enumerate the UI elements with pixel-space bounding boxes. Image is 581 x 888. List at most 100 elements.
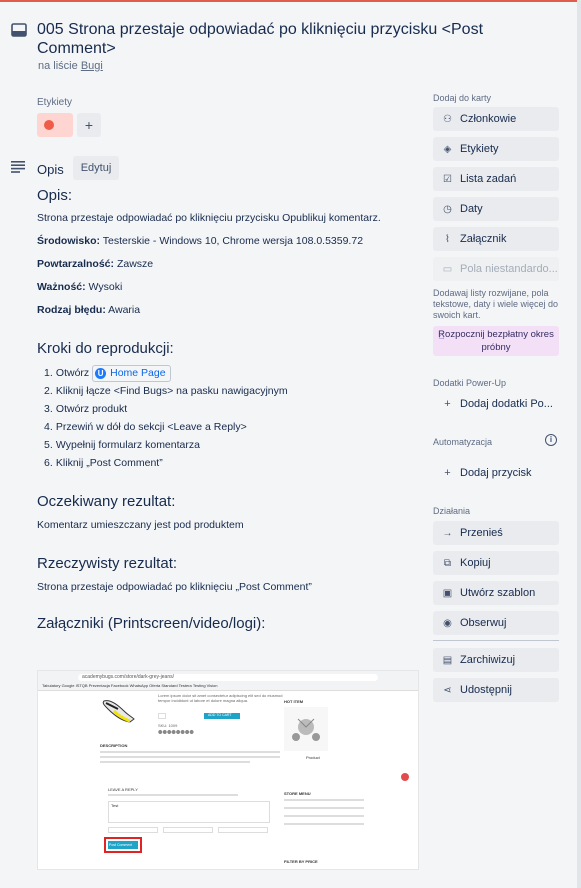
step-number: 5. — [44, 439, 53, 451]
home-page-link[interactable]: U Home Page — [92, 364, 171, 382]
field-key: Ważność: — [37, 281, 86, 293]
copy-label: Kopiuj — [460, 557, 491, 569]
product-image — [284, 707, 328, 751]
archive-icon: ▤ — [442, 655, 453, 666]
eye-icon: ◉ — [443, 618, 452, 629]
add-to-cart-label: ADD TO CART — [208, 713, 232, 717]
archive-button[interactable]: ▤ Zarchiwizuj — [433, 648, 559, 672]
share-button[interactable]: ⋖ Udostępnij — [433, 678, 559, 702]
actions-heading: Działania — [433, 506, 471, 516]
top-accent-bar — [0, 0, 581, 2]
comment-sample: Test — [111, 803, 119, 808]
comment-textarea — [108, 801, 270, 823]
home-page-label: Home Page — [110, 366, 166, 379]
step-number: 6. — [44, 457, 53, 469]
add-button-button[interactable]: + Dodaj przycisk — [433, 461, 559, 485]
copy-button[interactable]: ⧉ Kopiuj — [433, 551, 559, 575]
step-item: 2. Kliknij łącze <Find Bugs> na pasku na… — [37, 382, 417, 400]
custom-fields-button[interactable]: ▭ Pola niestandardo... — [433, 257, 559, 281]
label-dot — [44, 120, 54, 130]
checklist-button[interactable]: ☑ Lista zadań — [433, 167, 559, 191]
list-prefix: na liście — [38, 60, 78, 72]
name-field — [108, 827, 158, 833]
edit-description-button[interactable]: Edytuj — [73, 156, 119, 180]
text-line — [108, 794, 238, 796]
field-severity: Ważność: Wysoki — [37, 280, 417, 294]
actual-heading: Rzeczywisty rezultat: — [37, 555, 178, 572]
members-button[interactable]: ⚇ Członkowie — [433, 107, 559, 131]
site-logo-icon: U — [95, 367, 107, 379]
description-tab: DESCRIPTION — [100, 743, 128, 748]
step-number: 1. — [44, 367, 53, 379]
template-icon: ▣ — [442, 588, 453, 599]
step-text: Kliknij „Post Comment” — [55, 457, 163, 469]
move-button[interactable]: → Przenieś — [433, 521, 559, 545]
powerups-heading: Dodatki Power-Up — [433, 378, 507, 388]
arrow-right-icon: → — [442, 528, 453, 539]
start-trial-button[interactable]: ⌂ Rozpocznij bezpłatny okres próbny — [433, 326, 559, 356]
create-template-label: Utwórz szablon — [460, 587, 536, 599]
step-number: 3. — [44, 403, 53, 415]
filter-heading: FILTER BY PRICE — [284, 859, 318, 864]
add-label-button[interactable]: + — [77, 113, 101, 137]
expected-heading: Oczekiwany rezultat: — [37, 493, 176, 510]
create-template-button[interactable]: ▣ Utwórz szablon — [433, 581, 559, 605]
step-item: 3. Otwórz produkt — [37, 400, 417, 418]
share-icon: ⋖ — [443, 685, 452, 696]
custom-fields-label: Pola niestandardo... — [460, 263, 558, 275]
scroll-edge — [577, 0, 581, 888]
watch-button[interactable]: ◉ Obserwuj — [433, 611, 559, 635]
add-powerups-button[interactable]: + Dodaj dodatki Po... — [433, 392, 559, 416]
attachment-button[interactable]: ⌇ Załącznik — [433, 227, 559, 251]
clock-icon: ◷ — [443, 204, 452, 215]
step-text: Otwórz — [55, 367, 90, 379]
product-text: Lorem ipsum dolor sit amet consectetur a… — [158, 693, 283, 703]
field-repeatability: Powtarzalność: Zawsze — [37, 257, 417, 271]
checklist-label: Lista zadań — [460, 173, 517, 185]
attachment-label: Załącznik — [460, 233, 507, 245]
text-line — [100, 761, 250, 763]
description-section-label: Opis — [37, 162, 64, 177]
labels-button[interactable]: ◈ Etykiety — [433, 137, 559, 161]
screenshot-browser-bar: academybugs.com/store/dark-grey-jeans/ T… — [38, 671, 418, 691]
trial-label: Rozpocznij bezpłatny okres próbny — [438, 329, 554, 353]
plus-icon: + — [444, 398, 451, 410]
step-item: 4. Przewiń w dół do sekcji <Leave a Repl… — [37, 418, 417, 436]
field-key: Środowisko: — [37, 235, 101, 247]
tag-icon: ◈ — [443, 144, 452, 155]
list-info: na liście Bugi — [38, 60, 103, 72]
labels-heading: Etykiety — [37, 97, 73, 108]
text-line — [100, 756, 280, 758]
dates-button[interactable]: ◷ Daty — [433, 197, 559, 221]
actions-divider — [433, 640, 559, 641]
hot-item-heading: HOT ITEM — [284, 699, 304, 704]
menu-line — [284, 807, 364, 809]
info-icon[interactable]: i — [545, 434, 557, 446]
qty-box — [158, 713, 166, 719]
field-error-type: Rodzaj błędu: Awaria — [37, 303, 417, 317]
notification-dot — [401, 773, 409, 781]
attachment-screenshot[interactable]: academybugs.com/store/dark-grey-jeans/ T… — [37, 670, 419, 870]
field-value: Wysoki — [85, 281, 123, 293]
custom-fields-note: Dodawaj listy rozwijane, pola tekstowe, … — [433, 288, 559, 320]
step-item: 5. Wypełnij formularz komentarza — [37, 436, 417, 454]
card-title[interactable]: 005 Strona przestaje odpowiadać po klikn… — [37, 20, 537, 58]
move-label: Przenieś — [460, 527, 503, 539]
menu-line — [284, 823, 364, 825]
field-key: Powtarzalność: — [37, 258, 115, 270]
shoe-image — [102, 700, 135, 723]
list-link[interactable]: Bugi — [81, 60, 103, 72]
social-icons: ⬤⬤⬤⬤⬤⬤⬤⬤ — [158, 729, 194, 734]
description-body[interactable]: Opis: Strona przestaje odpowiadać po kli… — [37, 186, 417, 634]
step-text: Przewiń w dół do sekcji <Leave a Reply> — [55, 421, 247, 433]
step-text: Wypełnij formularz komentarza — [55, 439, 200, 451]
attachments-heading: Załączniki (Printscreen/video/logi): — [37, 615, 266, 632]
actual-text: Strona przestaje odpowiadać po kliknięci… — [37, 581, 312, 593]
automation-heading: Automatyzacja — [433, 437, 493, 447]
step-number: 4. — [44, 421, 53, 433]
label-chip-red[interactable] — [37, 113, 73, 137]
field-value: Zawsze — [114, 258, 154, 270]
person-icon: ⚇ — [443, 114, 452, 125]
sku-text: SKU: 1009 — [158, 723, 178, 728]
expected-text: Komentarz umieszczany jest pod produktem — [37, 519, 244, 531]
